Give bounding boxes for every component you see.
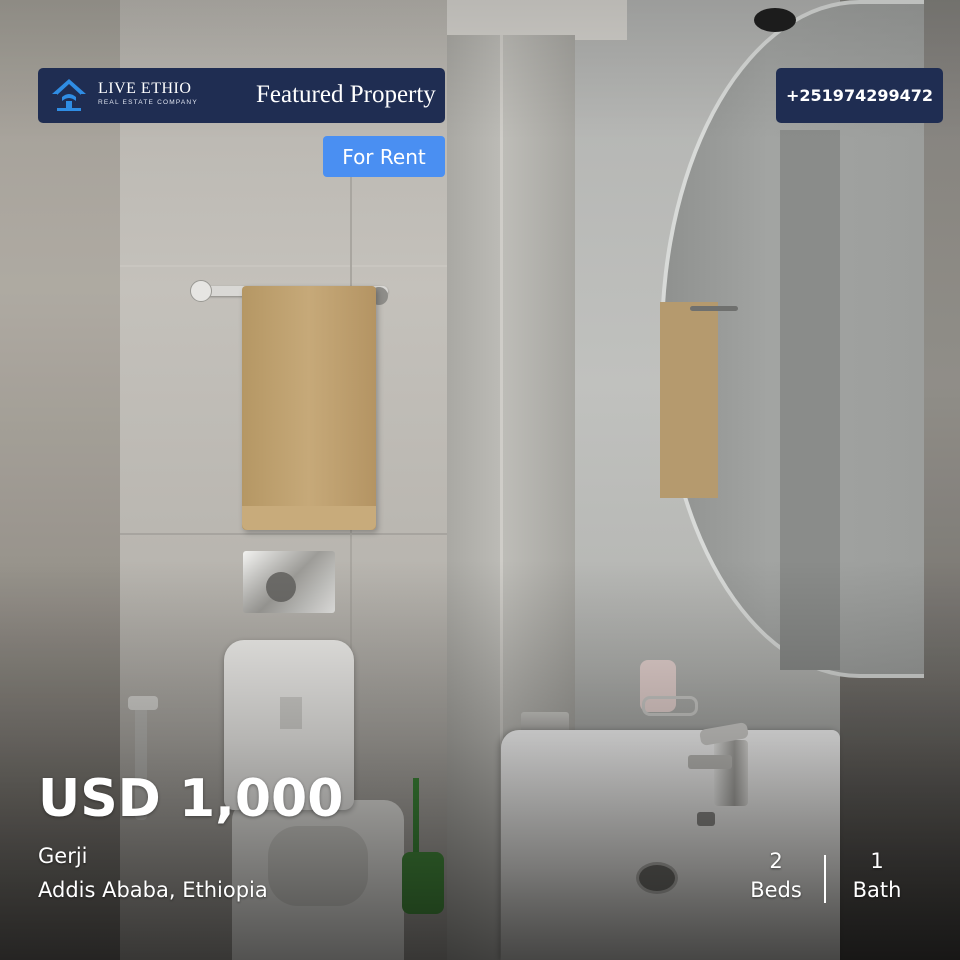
house-icon <box>50 77 88 113</box>
beds-stat: 2 Beds <box>740 847 812 905</box>
status-badge: For Rent <box>323 136 445 177</box>
bath-count: 1 <box>870 849 884 873</box>
listing-card: LIVE ETHIO REAL ESTATE COMPANY Featured … <box>0 0 960 960</box>
price: USD 1,000 <box>38 769 344 829</box>
towel-bar-mount <box>190 280 212 302</box>
bath-label: Bath <box>852 878 902 902</box>
bath-stat: 1 Bath <box>845 847 909 905</box>
phone-number[interactable]: +251974299472 <box>776 68 943 123</box>
location-area: Gerji <box>38 844 88 868</box>
brand-name: LIVE ETHIO <box>98 80 192 97</box>
header-title: Featured Property <box>256 81 436 108</box>
mirror-reflection-towel <box>660 302 718 498</box>
stat-divider <box>824 855 826 903</box>
brand-logo: LIVE ETHIO REAL ESTATE COMPANY <box>98 80 198 108</box>
mirror-reflection-bar <box>690 306 738 311</box>
beds-count: 2 <box>769 849 783 873</box>
tile-seam <box>120 533 450 535</box>
brand-tagline: REAL ESTATE COMPANY <box>98 99 198 106</box>
location-city: Addis Ababa, Ethiopia <box>38 878 268 902</box>
towel-fold <box>242 506 376 530</box>
beds-label: Beds <box>750 878 802 902</box>
tile-seam <box>120 265 450 267</box>
towel <box>242 286 376 530</box>
header-bar: LIVE ETHIO REAL ESTATE COMPANY Featured … <box>38 68 445 123</box>
